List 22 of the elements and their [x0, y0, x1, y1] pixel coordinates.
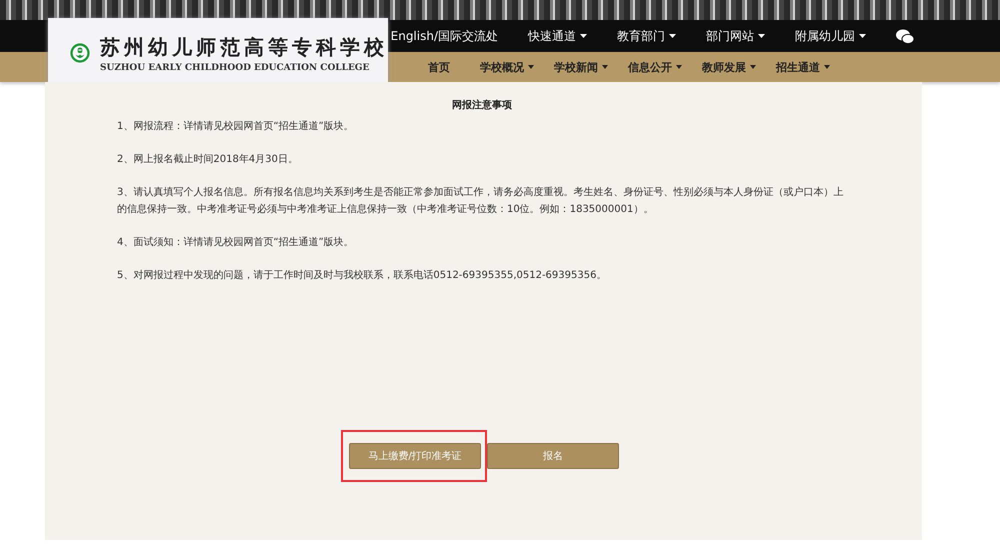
- notice-paragraph: 3、请认真填写个人报名信息。所有报名信息均关系到考生是否能正常参加面试工作，请务必高度重视。考生姓名、身份证号、性别必须与本人身份证（或户口本）上的信息保持一致。中考准考证号必须与中考准考证上信息保持一致（中考准考证号位数：10位。例如：1835000001）。: [117, 186, 844, 217]
- chat-bubbles-icon[interactable]: [896, 28, 914, 44]
- main-nav-link[interactable]: 学校概况: [480, 60, 534, 74]
- top-nav-link[interactable]: 附属幼儿园: [791, 28, 870, 44]
- notice-paragraph: 5、对网报过程中发现的问题，请于工作时间及时与我校联系，联系电话0512-69395355,0512-69395356。: [117, 268, 608, 283]
- action-button[interactable]: 报名: [487, 443, 619, 469]
- top-nav-link[interactable]: 快速通道: [524, 28, 591, 44]
- top-nav-link[interactable]: English/国际交流处: [386, 28, 502, 44]
- main-nav-link[interactable]: 首页: [428, 60, 450, 74]
- top-nav-link[interactable]: 教育部门: [613, 28, 680, 44]
- main-nav-link[interactable]: 学校新闻: [554, 60, 608, 74]
- notice-paragraph: 4、面试须知：详情请见校园网首页“招生通道”版块。: [117, 236, 355, 250]
- main-nav-link[interactable]: 信息公开: [628, 60, 682, 74]
- top-nav-link[interactable]: 部门网站: [702, 28, 769, 44]
- main-nav-link[interactable]: 教师发展: [702, 60, 756, 74]
- school-name-english: SUZHOU EARLY CHILDHOOD EDUCATION COLLEGE: [100, 62, 370, 72]
- notice-paragraph: 2、网上报名截止时间2018年4月30日。: [117, 152, 299, 167]
- school-name: 苏州幼儿师范高等专科学校: [100, 34, 388, 60]
- action-button[interactable]: 马上缴费/打印准考证: [349, 443, 481, 469]
- notice-paragraph: 1、网报流程：详情请见校园网首页“招生通道”版块。: [117, 120, 355, 134]
- main-nav-link[interactable]: 招生通道: [776, 60, 830, 74]
- notice-title: 网报注意事项: [451, 98, 513, 112]
